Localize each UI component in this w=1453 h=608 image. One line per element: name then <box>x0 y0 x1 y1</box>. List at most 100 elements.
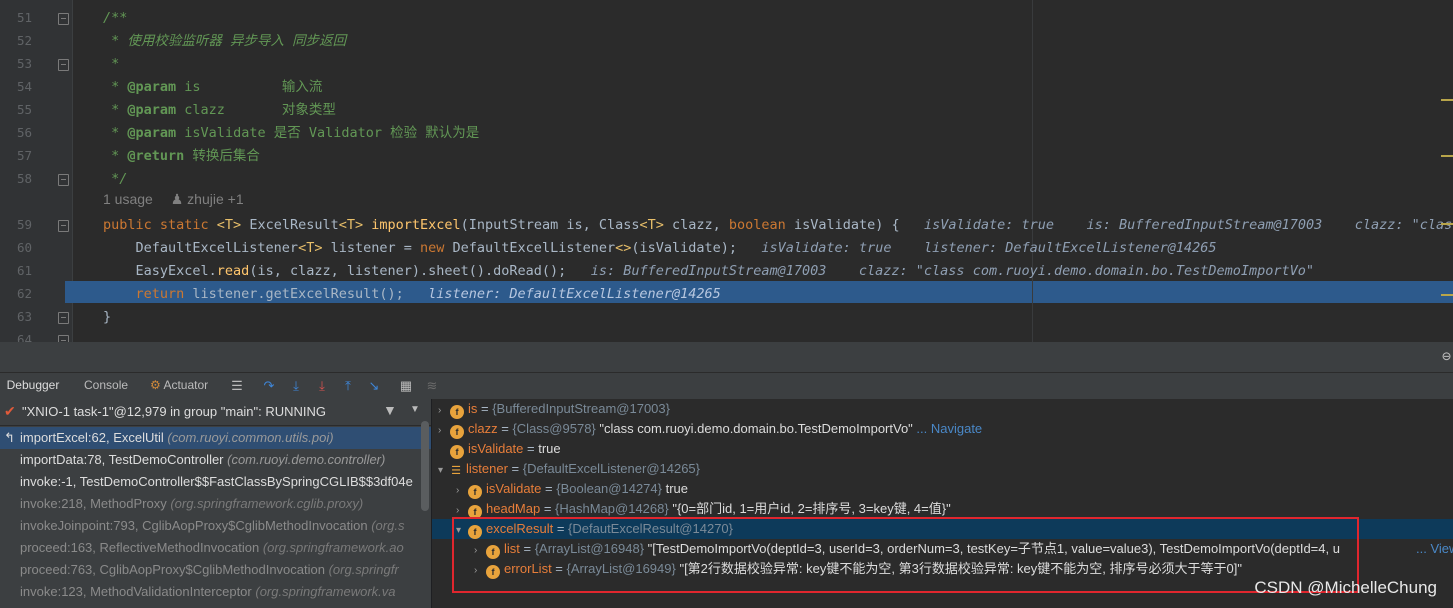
collapse-arrow-icon[interactable]: ▾ <box>438 461 450 481</box>
fold-toggle-icon[interactable] <box>58 312 69 324</box>
menu-icon[interactable]: ☰ <box>230 379 244 393</box>
trace-icon[interactable]: ≋ <box>425 379 439 393</box>
line-number[interactable]: 59 <box>0 217 32 232</box>
frame-package: (org.springframework.ao <box>259 540 404 555</box>
expand-arrow-icon[interactable]: › <box>438 421 450 441</box>
expand-arrow-icon[interactable]: › <box>456 481 468 501</box>
equals-sign: = <box>523 441 539 456</box>
code-line[interactable]: * @param is 输入流 <box>103 77 322 97</box>
stack-frame[interactable]: proceed:163, ReflectiveMethodInvocation … <box>0 537 431 559</box>
fold-toggle-icon[interactable] <box>58 174 69 186</box>
code-line[interactable]: /** <box>103 8 127 28</box>
variable-name: isValidate <box>468 441 524 456</box>
usage-count[interactable]: 1 usage <box>103 191 153 207</box>
frame-package: (org.springframework.va <box>251 584 396 599</box>
code-line[interactable]: * <box>103 54 119 74</box>
line-number[interactable]: 52 <box>0 33 32 48</box>
navigate-link[interactable]: ... View <box>1416 539 1453 559</box>
code-line[interactable]: return listener.getExcelResult(); listen… <box>103 284 721 304</box>
frame-package: (org.springfr <box>324 562 399 577</box>
watermark: CSDN @MichelleChung <box>1254 578 1437 597</box>
variable-type: {DefaultExcelListener@14265} <box>522 461 701 476</box>
evaluate-icon[interactable]: ▦ <box>399 379 413 393</box>
line-number[interactable]: 64 <box>0 332 32 342</box>
chevron-down-icon[interactable]: ▼ <box>410 404 420 415</box>
stack-frame[interactable]: ↰ importExcel:62, ExcelUtil (com.ruoyi.co… <box>0 427 431 449</box>
code-line[interactable]: * 使用校验监听器 异步导入 同步返回 <box>103 31 346 51</box>
fold-toggle-icon[interactable] <box>58 13 69 25</box>
fold-toggle-icon[interactable] <box>58 59 69 71</box>
line-number[interactable]: 60 <box>0 240 32 255</box>
line-number[interactable]: 51 <box>0 10 32 25</box>
code-line[interactable]: */ <box>103 169 127 189</box>
expand-arrow-icon[interactable]: › <box>438 401 450 421</box>
tab-actuator[interactable]: ⚙ Actuator <box>150 373 208 399</box>
stack-frame[interactable]: invoke:218, MethodProxy (org.springframe… <box>0 493 431 515</box>
frame-method: importExcel:62, ExcelUtil <box>20 430 164 445</box>
navigate-link[interactable]: ... Navigate <box>913 421 982 436</box>
tab-debugger[interactable]: Debugger <box>0 373 66 401</box>
author-text[interactable]: zhujie +1 <box>187 191 243 207</box>
stack-frame[interactable]: invokeJoinpoint:793, CglibAopProxy$Cglib… <box>0 515 431 537</box>
frame-method: invoke:123, MethodValidationInterceptor <box>20 584 252 599</box>
line-number[interactable]: 53 <box>0 56 32 71</box>
fold-toggle-icon[interactable] <box>58 335 69 342</box>
variable-row[interactable]: › f headMap = {HashMap@14268} "{0=部门id, 1=… <box>432 499 1453 519</box>
variable-row[interactable]: f isValidate = true <box>432 439 1453 459</box>
step-into-icon[interactable]: ⤓ <box>289 379 303 393</box>
force-step-into-icon[interactable]: ⤓ <box>315 379 329 393</box>
fold-toggle-icon[interactable] <box>58 220 69 232</box>
variable-row[interactable]: ▾ ☰ listener = {DefaultExcelListener@14265… <box>432 459 1453 479</box>
stack-frame[interactable]: proceed:763, CglibAopProxy$CglibMethodIn… <box>0 559 431 581</box>
step-out-icon[interactable]: ⤒ <box>341 379 355 393</box>
frames-scrollbar[interactable] <box>421 421 429 511</box>
equals-sign: = <box>497 421 513 436</box>
code-vision-hint[interactable]: 1 usage ♟ zhujie +1 <box>103 191 244 208</box>
code-line[interactable]: * @param isValidate 是否 Validator 检验 默认为是 <box>103 123 479 143</box>
list-field-icon: ☰ <box>451 465 461 477</box>
thread-selector[interactable]: ✔ "XNIO-1 task-1"@12,979 in group "main"… <box>0 399 431 426</box>
line-number[interactable]: 56 <box>0 125 32 140</box>
code-line[interactable]: } <box>103 307 111 327</box>
line-number[interactable]: 63 <box>0 309 32 324</box>
frame-package: (com.ruoyi.demo.controller) <box>223 452 386 467</box>
stack-frame[interactable]: invoke:123, MethodValidationInterceptor … <box>0 581 431 603</box>
stack-frame[interactable]: importData:78, TestDemoController (com.r… <box>0 449 431 471</box>
code-line[interactable]: * @param clazz 对象类型 <box>103 100 336 120</box>
filter-icon[interactable]: ▼ <box>383 402 397 418</box>
line-number[interactable]: 62 <box>0 286 32 301</box>
step-over-icon[interactable]: ↷ <box>262 379 276 393</box>
variable-name: headMap <box>486 501 541 516</box>
stack-frame[interactable]: invoke:-1, TestDemoController$$FastClass… <box>0 471 431 493</box>
tab-console[interactable]: Console <box>84 373 128 399</box>
scroll-marker <box>1441 223 1453 225</box>
line-number[interactable]: 55 <box>0 102 32 117</box>
field-icon: f <box>450 425 464 439</box>
code-line[interactable]: DefaultExcelListener<T> listener = new D… <box>103 238 1217 258</box>
variable-row[interactable]: › f isValidate = {Boolean@14274} true <box>432 479 1453 499</box>
settings-icon[interactable]: ⊖ <box>1442 347 1451 365</box>
return-icon: ↰ <box>4 430 15 445</box>
variable-row[interactable]: › f is = {BufferedInputStream@17003} <box>432 399 1453 419</box>
right-margin-guide <box>1032 0 1033 342</box>
code-editor[interactable]: 51 52 53 54 55 56 57 58 59 60 61 62 63 64 /** * 使用校验监… <box>0 0 1453 342</box>
equals-sign: = <box>540 501 556 516</box>
line-number[interactable]: 58 <box>0 171 32 186</box>
line-number[interactable]: 57 <box>0 148 32 163</box>
variable-row[interactable]: › f clazz = {Class@9578} "class com.ruoyi.… <box>432 419 1453 439</box>
run-to-cursor-icon[interactable]: ↘ <box>367 379 381 393</box>
debugger-toolbar: Debugger Console ⚙ Actuator ☰ ↷ ⤓ ⤓ ⤒ ↘ … <box>0 372 1453 401</box>
variable-value: true <box>538 441 561 456</box>
frame-method: proceed:763, CglibAopProxy$CglibMethodIn… <box>20 562 325 577</box>
line-number[interactable]: 54 <box>0 79 32 94</box>
field-icon: f <box>450 445 464 459</box>
code-line[interactable]: EasyExcel.read(is, clazz, listener).shee… <box>103 261 1315 281</box>
variable-type: {Boolean@14274} <box>556 481 666 496</box>
frame-method: invoke:-1, TestDemoController$$FastClass… <box>20 474 413 489</box>
code-line[interactable]: * @return 转换后集合 <box>103 146 260 166</box>
line-number[interactable]: 61 <box>0 263 32 278</box>
frame-package: (org.springframework.cglib.proxy) <box>166 496 364 511</box>
variable-name: isValidate <box>486 481 542 496</box>
frame-method: proceed:163, ReflectiveMethodInvocation <box>20 540 260 555</box>
code-line[interactable]: public static <T> ExcelResult<T> importE… <box>103 215 1453 235</box>
